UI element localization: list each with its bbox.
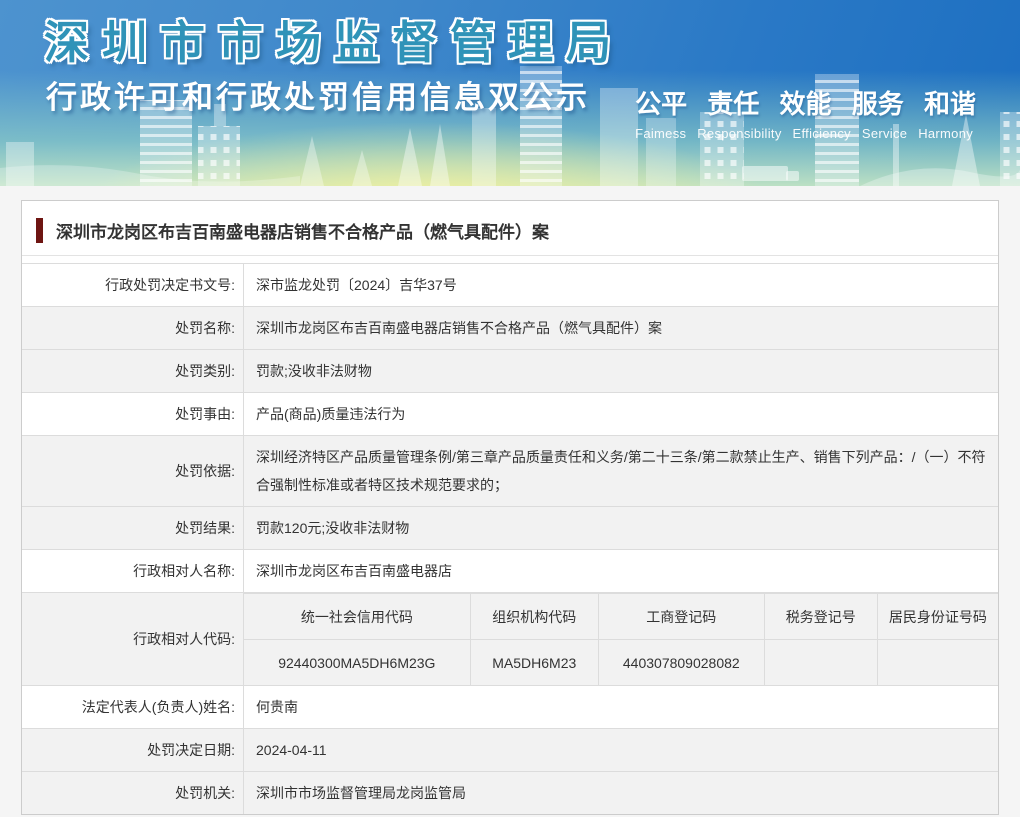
case-title-bar: 深圳市龙岗区布吉百南盛电器店销售不合格产品（燃气具配件）案 <box>22 201 998 255</box>
row-value: 深圳经济特区产品质量管理条例/第三章产品质量责任和义务/第二十三条/第二款禁止生… <box>244 436 999 507</box>
title-divider <box>22 255 998 256</box>
site-subtitle: 行政许可和行政处罚信用信息双公示 <box>46 72 590 117</box>
row-value: 产品(商品)质量违法行为 <box>244 393 999 436</box>
row-value: 2024-04-11 <box>244 729 999 772</box>
row-penalty-doc-number: 行政处罚决定书文号: 深市监龙处罚〔2024〕吉华37号 <box>22 264 998 307</box>
code-value-tax-reg <box>764 640 877 686</box>
row-value: 罚款;没收非法财物 <box>244 350 999 393</box>
code-value-business-reg: 440307809028082 <box>598 640 764 686</box>
row-label: 处罚名称: <box>22 307 244 350</box>
codes-value-row: 92440300MA5DH6M23G MA5DH6M23 44030780902… <box>244 640 998 686</box>
motto-english: Faimess Responsibility Efficiency Servic… <box>635 126 976 141</box>
code-header-id-number: 居民身份证号码 <box>877 594 998 640</box>
row-penalty-decision-date: 处罚决定日期: 2024-04-11 <box>22 729 998 772</box>
row-label: 处罚依据: <box>22 436 244 507</box>
party-codes-cell: 统一社会信用代码 组织机构代码 工商登记码 税务登记号 居民身份证号码 9244… <box>244 593 999 686</box>
case-card: 深圳市龙岗区布吉百南盛电器店销售不合格产品（燃气具配件）案 行政处罚决定书文号:… <box>21 200 999 815</box>
row-label: 处罚机关: <box>22 772 244 815</box>
row-party-name: 行政相对人名称: 深圳市龙岗区布吉百南盛电器店 <box>22 550 998 593</box>
row-penalty-reason: 处罚事由: 产品(商品)质量违法行为 <box>22 393 998 436</box>
code-header-org: 组织机构代码 <box>470 594 598 640</box>
row-penalty-authority: 处罚机关: 深圳市市场监督管理局龙岗监管局 <box>22 772 998 815</box>
row-label: 行政相对人代码: <box>22 593 244 686</box>
row-penalty-basis: 处罚依据: 深圳经济特区产品质量管理条例/第三章产品质量责任和义务/第二十三条/… <box>22 436 998 507</box>
row-penalty-name: 处罚名称: 深圳市龙岗区布吉百南盛电器店销售不合格产品（燃气具配件）案 <box>22 307 998 350</box>
row-label: 行政处罚决定书文号: <box>22 264 244 307</box>
row-label: 处罚决定日期: <box>22 729 244 772</box>
row-value: 深市监龙处罚〔2024〕吉华37号 <box>244 264 999 307</box>
site-title: 深圳市市场监督管理局 <box>44 6 624 71</box>
row-value: 罚款120元;没收非法财物 <box>244 507 999 550</box>
banner: 深圳市市场监督管理局 行政许可和行政处罚信用信息双公示 公平 责任 效能 服务 … <box>0 0 1020 186</box>
row-label: 行政相对人名称: <box>22 550 244 593</box>
motto-block: 公平 责任 效能 服务 和谐 Faimess Responsibility Ef… <box>635 84 976 141</box>
row-label: 处罚结果: <box>22 507 244 550</box>
page-title: 深圳市龙岗区布吉百南盛电器店销售不合格产品（燃气具配件）案 <box>56 218 549 243</box>
codes-header-row: 统一社会信用代码 组织机构代码 工商登记码 税务登记号 居民身份证号码 <box>244 594 998 640</box>
row-label: 处罚类别: <box>22 350 244 393</box>
code-value-org: MA5DH6M23 <box>470 640 598 686</box>
party-codes-table: 统一社会信用代码 组织机构代码 工商登记码 税务登记号 居民身份证号码 9244… <box>244 593 998 685</box>
row-party-codes: 行政相对人代码: 统一社会信用代码 组织机构代码 工商登记码 税务登记号 居民身… <box>22 593 998 686</box>
row-penalty-category: 处罚类别: 罚款;没收非法财物 <box>22 350 998 393</box>
penalty-info-table: 行政处罚决定书文号: 深市监龙处罚〔2024〕吉华37号 处罚名称: 深圳市龙岗… <box>22 263 998 814</box>
row-legal-representative: 法定代表人(负责人)姓名: 何贵南 <box>22 686 998 729</box>
title-accent-bar <box>36 218 43 243</box>
row-penalty-result: 处罚结果: 罚款120元;没收非法财物 <box>22 507 998 550</box>
code-value-id-number <box>877 640 998 686</box>
row-value: 深圳市市场监督管理局龙岗监管局 <box>244 772 999 815</box>
content-area: 深圳市龙岗区布吉百南盛电器店销售不合格产品（燃气具配件）案 行政处罚决定书文号:… <box>0 186 1020 817</box>
code-header-business-reg: 工商登记码 <box>598 594 764 640</box>
code-header-uscc: 统一社会信用代码 <box>244 594 470 640</box>
row-label: 处罚事由: <box>22 393 244 436</box>
motto-chinese: 公平 责任 效能 服务 和谐 <box>635 84 976 121</box>
code-header-tax-reg: 税务登记号 <box>764 594 877 640</box>
code-value-uscc: 92440300MA5DH6M23G <box>244 640 470 686</box>
row-value: 深圳市龙岗区布吉百南盛电器店销售不合格产品（燃气具配件）案 <box>244 307 999 350</box>
row-value: 深圳市龙岗区布吉百南盛电器店 <box>244 550 999 593</box>
row-label: 法定代表人(负责人)姓名: <box>22 686 244 729</box>
row-value: 何贵南 <box>244 686 999 729</box>
